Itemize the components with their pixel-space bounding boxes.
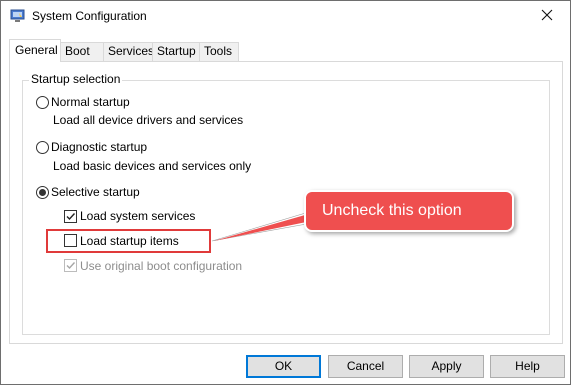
tab-boot[interactable]: Boot: [60, 42, 104, 61]
callout-text: Uncheck this option: [322, 202, 462, 219]
diagnostic-startup-label[interactable]: Diagnostic startup: [51, 140, 147, 154]
checkmark-icon: [66, 213, 76, 221]
help-button[interactable]: Help: [490, 355, 565, 378]
diagnostic-startup-description: Load basic devices and services only: [53, 159, 252, 173]
title-bar[interactable]: System Configuration: [1, 1, 570, 31]
tab-startup[interactable]: Startup: [152, 42, 200, 61]
msconfig-icon: [10, 9, 25, 23]
normal-startup-description: Load all device drivers and services: [53, 113, 244, 127]
load-system-services-checkbox[interactable]: [64, 210, 77, 223]
cancel-button[interactable]: Cancel: [328, 355, 403, 378]
annotation-callout: Uncheck this option: [304, 190, 514, 232]
group-legend: Startup selection: [29, 72, 123, 86]
checkmark-icon: [66, 262, 76, 270]
normal-startup-label[interactable]: Normal startup: [51, 95, 130, 109]
ok-button[interactable]: OK: [246, 355, 321, 378]
system-configuration-window: System Configuration General Boot Servic…: [0, 0, 571, 385]
tab-services[interactable]: Services: [103, 42, 154, 61]
window-title: System Configuration: [32, 9, 147, 23]
apply-button[interactable]: Apply: [409, 355, 484, 378]
close-icon: [541, 9, 553, 24]
normal-startup-radio[interactable]: [36, 96, 49, 109]
use-original-boot-checkbox: [64, 259, 77, 272]
selective-startup-radio[interactable]: [36, 186, 49, 199]
radio-selected-dot: [39, 189, 46, 196]
annotation-highlight-box: [46, 229, 211, 253]
load-system-services-label[interactable]: Load system services: [80, 209, 195, 223]
diagnostic-startup-radio[interactable]: [36, 141, 49, 154]
close-button[interactable]: [524, 1, 570, 31]
selective-startup-label[interactable]: Selective startup: [51, 185, 140, 199]
tab-general[interactable]: General: [9, 39, 61, 62]
tab-tools[interactable]: Tools: [199, 42, 239, 61]
use-original-boot-label: Use original boot configuration: [80, 259, 243, 273]
